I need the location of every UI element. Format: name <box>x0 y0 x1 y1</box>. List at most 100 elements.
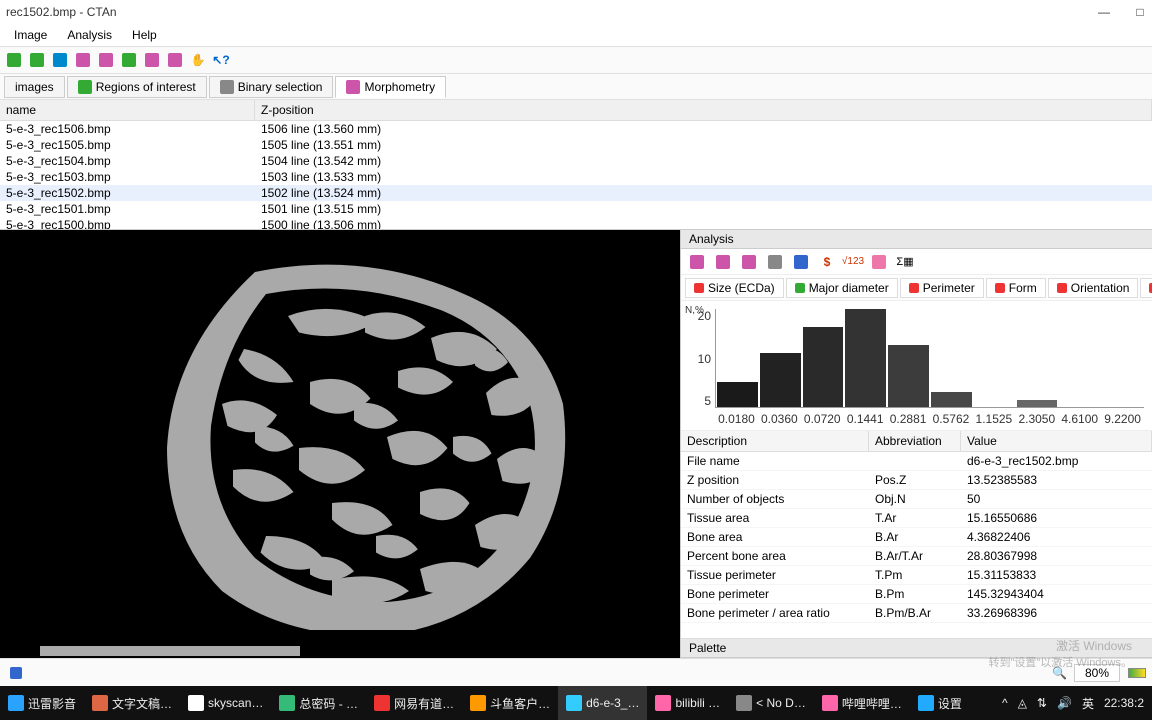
result-row[interactable]: Tissue perimeterT.Pm15.31153833 <box>681 566 1152 585</box>
chart-bar <box>888 345 929 407</box>
atab-porosity[interactable]: Porosity <box>1140 278 1152 298</box>
tray-volume-icon[interactable]: 🔊 <box>1057 696 1072 710</box>
result-row[interactable]: Bone areaB.Ar4.36822406 <box>681 528 1152 547</box>
taskbar-item[interactable]: skyscan… <box>180 686 271 720</box>
toolbar: ✋ ↖? <box>0 46 1152 74</box>
atool-3[interactable] <box>739 252 759 272</box>
file-rows[interactable]: 5-e-3_rec1506.bmp1506 line (13.560 mm)5-… <box>0 121 1152 229</box>
taskbar-item[interactable]: < No D… <box>728 686 814 720</box>
atool-1[interactable] <box>687 252 707 272</box>
taskbar-item[interactable]: 迅雷影音 <box>0 686 84 720</box>
tab-binary[interactable]: Binary selection <box>209 76 334 98</box>
tray-ime[interactable]: 英 <box>1082 695 1094 712</box>
taskbar-item[interactable]: bilibili … <box>647 686 728 720</box>
hand-icon[interactable]: ✋ <box>188 50 208 70</box>
taskbar-item[interactable]: 设置 <box>910 686 970 720</box>
chart-xticks: 0.01800.03600.07200.14410.28810.57621.15… <box>715 412 1144 426</box>
file-list: name Z-position 5-e-3_rec1506.bmp1506 li… <box>0 100 1152 230</box>
chart-bar <box>931 392 972 407</box>
analysis-toolbar: $ √123 Σ▦ <box>681 249 1152 275</box>
middle-split: Analysis $ √123 Σ▦ Size (ECDa) Major dia… <box>0 230 1152 658</box>
atab-size[interactable]: Size (ECDa) <box>685 278 784 298</box>
window-title: rec1502.bmp - CTAn <box>6 5 117 19</box>
atab-perimeter[interactable]: Perimeter <box>900 278 984 298</box>
tray-chevron-icon[interactable]: ^ <box>1002 696 1008 710</box>
taskbar-item[interactable]: 总密码 - … <box>271 686 366 720</box>
minimize-icon[interactable]: — <box>1098 5 1110 19</box>
file-row[interactable]: 5-e-3_rec1500.bmp1500 line (13.506 mm) <box>0 217 1152 229</box>
chart-bar <box>717 382 758 407</box>
taskbar: 迅雷影音文字文稿…skyscan…总密码 - …网易有道…斗鱼客户…d6-e-3… <box>0 686 1152 720</box>
maximize-icon[interactable]: □ <box>1134 5 1146 19</box>
magnify-icon[interactable]: 🔍 <box>1052 666 1066 680</box>
tool-3[interactable] <box>50 50 70 70</box>
tool-4[interactable] <box>73 50 93 70</box>
taskbar-item[interactable]: 哔哩哔哩… <box>814 686 910 720</box>
tray-network-icon[interactable]: ◬ <box>1018 696 1027 710</box>
image-viewer[interactable] <box>0 230 680 658</box>
ct-slice-image <box>0 230 680 630</box>
chart-area <box>715 309 1144 408</box>
zoom-controls: 🔍 <box>1052 664 1146 682</box>
result-row[interactable]: Bone perimeter / area ratioB.Pm/B.Ar33.2… <box>681 604 1152 623</box>
atool-5[interactable] <box>791 252 811 272</box>
analysis-tabs: Size (ECDa) Major diameter Perimeter For… <box>681 275 1152 301</box>
chart-bar <box>1017 400 1058 407</box>
tool-5[interactable] <box>96 50 116 70</box>
zoom-input[interactable] <box>1074 664 1120 682</box>
chart-bar <box>845 309 886 407</box>
help-pointer-icon[interactable]: ↖? <box>211 50 231 70</box>
tab-images[interactable]: images <box>4 76 65 98</box>
file-row[interactable]: 5-e-3_rec1504.bmp1504 line (13.542 mm) <box>0 153 1152 169</box>
battery-icon <box>1128 668 1146 678</box>
atool-7[interactable]: √123 <box>843 252 863 272</box>
taskbar-item[interactable]: 网易有道… <box>366 686 462 720</box>
chart-bar <box>803 327 844 407</box>
result-row[interactable]: Percent bone areaB.Ar/T.Ar28.80367998 <box>681 547 1152 566</box>
atab-major[interactable]: Major diameter <box>786 278 898 298</box>
menu-image[interactable]: Image <box>4 26 57 44</box>
histogram-chart: N,% 20 10 5 0.01800.03600.07200.14410.28… <box>681 301 1152 431</box>
file-row[interactable]: 5-e-3_rec1506.bmp1506 line (13.560 mm) <box>0 121 1152 137</box>
results-header: Description Abbreviation Value <box>681 431 1152 452</box>
tab-morphometry[interactable]: Morphometry <box>335 76 446 98</box>
chart-yticks: 20 10 5 <box>689 309 711 408</box>
atool-2[interactable] <box>713 252 733 272</box>
result-row[interactable]: Number of objectsObj.N50 <box>681 490 1152 509</box>
result-row[interactable]: Bone perimeterB.Pm145.32943404 <box>681 585 1152 604</box>
tool-8[interactable] <box>165 50 185 70</box>
system-tray[interactable]: ^ ◬ ⇅ 🔊 英 22:38:2 <box>994 695 1152 712</box>
tool-1[interactable] <box>4 50 24 70</box>
palette-header[interactable]: Palette <box>681 638 1152 658</box>
atool-9[interactable]: Σ▦ <box>895 252 915 272</box>
taskbar-item[interactable]: d6-e-3_… <box>558 686 647 720</box>
file-row[interactable]: 5-e-3_rec1505.bmp1505 line (13.551 mm) <box>0 137 1152 153</box>
result-row[interactable]: File named6-e-3_rec1502.bmp <box>681 452 1152 471</box>
col-name[interactable]: name <box>0 100 255 121</box>
tool-2[interactable] <box>27 50 47 70</box>
file-row[interactable]: 5-e-3_rec1502.bmp1502 line (13.524 mm) <box>0 185 1152 201</box>
menu-help[interactable]: Help <box>122 26 167 44</box>
atool-4[interactable] <box>765 252 785 272</box>
atool-6[interactable]: $ <box>817 252 837 272</box>
horizontal-scrollbar-thumb[interactable] <box>40 646 300 656</box>
col-z[interactable]: Z-position <box>255 100 1152 121</box>
file-row[interactable]: 5-e-3_rec1501.bmp1501 line (13.515 mm) <box>0 201 1152 217</box>
result-row[interactable]: Z positionPos.Z13.52385583 <box>681 471 1152 490</box>
atool-8[interactable] <box>869 252 889 272</box>
tool-7[interactable] <box>142 50 162 70</box>
tool-6[interactable] <box>119 50 139 70</box>
status-icon[interactable] <box>6 663 26 683</box>
atab-form[interactable]: Form <box>986 278 1046 298</box>
result-row[interactable]: Tissue areaT.Ar15.16550686 <box>681 509 1152 528</box>
tray-wifi-icon[interactable]: ⇅ <box>1037 696 1047 710</box>
atab-orientation[interactable]: Orientation <box>1048 278 1139 298</box>
taskbar-item[interactable]: 斗鱼客户… <box>462 686 558 720</box>
tab-roi[interactable]: Regions of interest <box>67 76 207 98</box>
taskbar-item[interactable]: 文字文稿… <box>84 686 180 720</box>
file-row[interactable]: 5-e-3_rec1503.bmp1503 line (13.533 mm) <box>0 169 1152 185</box>
file-list-header: name Z-position <box>0 100 1152 121</box>
results-table: Description Abbreviation Value File name… <box>681 431 1152 638</box>
tray-time[interactable]: 22:38:2 <box>1104 696 1144 710</box>
menu-analysis[interactable]: Analysis <box>57 26 122 44</box>
